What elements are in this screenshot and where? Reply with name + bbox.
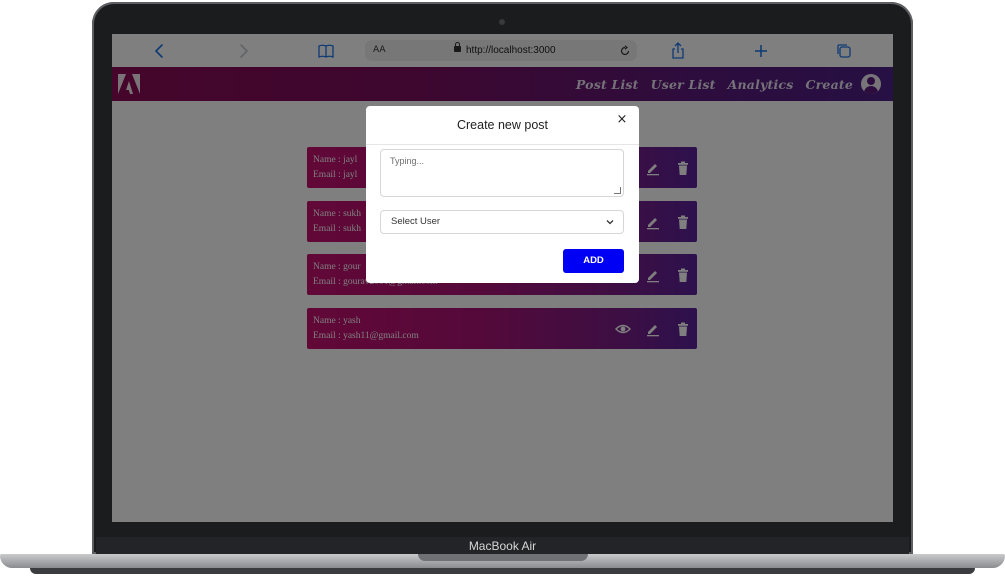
modal-divider	[366, 144, 639, 145]
resize-grip-icon[interactable]	[614, 187, 621, 194]
add-button[interactable]: ADD	[563, 249, 624, 273]
user-select[interactable]: Select User	[380, 210, 624, 234]
laptop-chin: MacBook Air	[96, 537, 909, 555]
laptop-base-shadow	[30, 568, 975, 574]
select-value: Select User	[391, 216, 441, 227]
device-label: MacBook Air	[468, 539, 537, 553]
modal-title: Create new post	[456, 118, 549, 132]
create-post-modal: Create new post × Typing... Select User …	[366, 106, 639, 283]
laptop-base-notch	[418, 554, 588, 561]
camera-dot	[499, 19, 505, 25]
textarea-placeholder: Typing...	[390, 156, 425, 166]
post-textarea[interactable]: Typing...	[380, 149, 624, 197]
close-icon[interactable]: ×	[615, 113, 629, 127]
screen: AA http://localhost:3000 Post List User …	[112, 34, 893, 522]
chevron-down-icon	[606, 211, 614, 233]
